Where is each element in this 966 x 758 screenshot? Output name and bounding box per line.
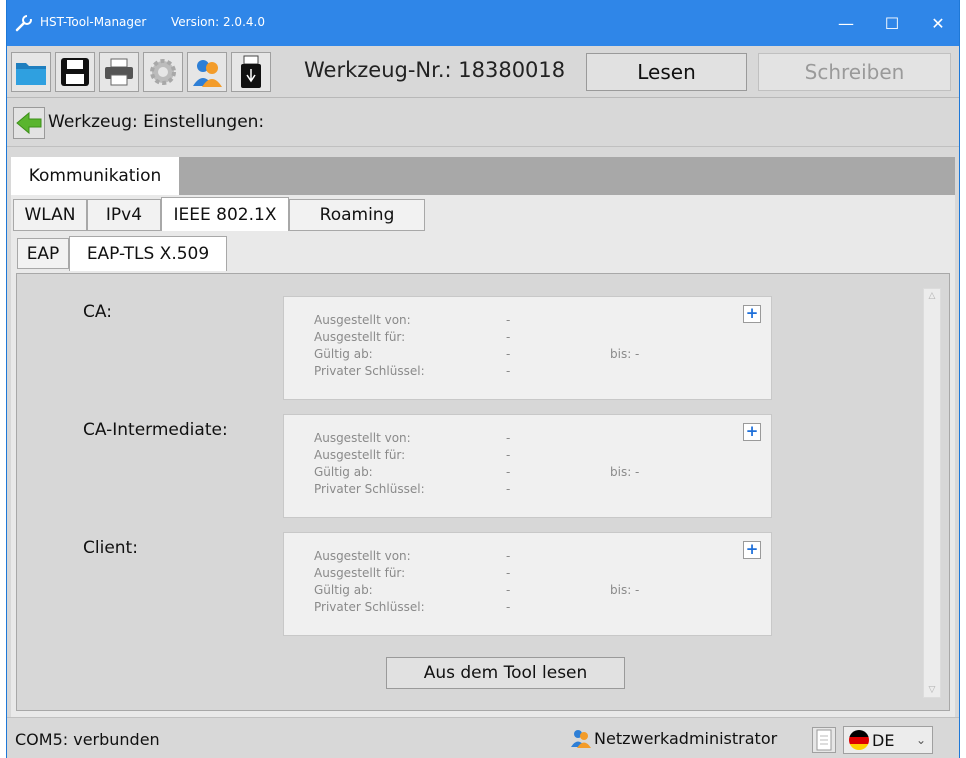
version-label: Version: 2.0.4.0 [171,15,265,29]
client-add-button[interactable]: + [743,541,761,559]
ca-intermediate-issued-by-label: Ausgestellt von: [314,431,411,445]
tab-ipv4[interactable]: IPv4 [87,199,161,231]
tab-roaming[interactable]: Roaming [289,199,425,231]
vertical-scrollbar[interactable]: △ ▽ [923,288,941,698]
ca-intermediate-private-key-value: - [506,482,511,496]
ca-intermediate-label: CA-Intermediate: [83,420,228,440]
gear-icon [150,59,176,85]
language-select[interactable]: DE ⌄ [843,726,933,754]
page-title: Werkzeug: Einstellungen: [48,112,265,132]
ca-intermediate-private-key-label: Privater Schlüssel: [314,482,425,496]
tab-ieee8021x[interactable]: IEEE 802.1X [161,197,289,231]
ca-intermediate-valid-until: bis: - [610,465,640,479]
ca-add-button[interactable]: + [743,305,761,323]
user-role: Netzwerkadministrator [570,728,777,748]
tab-wlan[interactable]: WLAN [13,199,87,231]
tab-kommunikation[interactable]: Kommunikation [11,157,179,195]
user-role-label: Netzwerkadministrator [594,728,778,748]
ca-valid-from-label: Gültig ab: [314,347,373,361]
tabbar-communication: WLAN IPv4 IEEE 802.1X Roaming [11,195,955,231]
wrench-icon [15,15,32,32]
ca-intermediate-certificate-box: Ausgestellt von: - Ausgestellt für: - Gü… [283,414,772,518]
notes-button[interactable] [812,727,836,753]
usb-icon [241,55,261,88]
certificate-panel: CA: Ausgestellt von: - Ausgestellt für: … [16,273,950,711]
arrow-left-icon [16,111,42,135]
ca-intermediate-valid-from-label: Gültig ab: [314,465,373,479]
ca-intermediate-add-button[interactable]: + [743,423,761,441]
chevron-down-icon: ⌄ [915,733,926,747]
read-button[interactable]: Lesen [586,53,747,91]
app-window: HST-Tool-Manager Version: 2.0.4.0 — ☐ ✕ [6,0,960,758]
title-bar[interactable]: HST-Tool-Manager Version: 2.0.4.0 — ☐ ✕ [7,0,959,46]
client-private-key-label: Privater Schlüssel: [314,600,425,614]
language-value: DE [872,730,895,750]
connection-status: COM5: verbunden [15,730,160,749]
client-issued-by-label: Ausgestellt von: [314,549,411,563]
ca-intermediate-issued-for-label: Ausgestellt für: [314,448,406,462]
client-issued-by-value: - [506,549,511,563]
settings-button[interactable] [143,52,183,92]
document-icon [816,729,832,751]
window-title: HST-Tool-Manager [40,15,147,29]
breadcrumb: Werkzeug: Einstellungen: [7,99,959,147]
usb-button[interactable] [231,52,271,92]
ca-issued-for-label: Ausgestellt für: [314,330,406,344]
user-icon [571,730,591,748]
ca-issued-by-label: Ausgestellt von: [314,313,411,327]
tab-eap[interactable]: EAP [17,238,69,269]
open-button[interactable] [11,52,51,92]
flag-de-icon [849,730,869,750]
write-button[interactable]: Schreiben [758,53,951,91]
print-icon [105,58,133,86]
ca-private-key-value: - [506,364,511,378]
ca-private-key-label: Privater Schlüssel: [314,364,425,378]
client-issued-for-value: - [506,566,511,580]
ca-intermediate-issued-by-value: - [506,431,511,445]
tab-eap-tls[interactable]: EAP-TLS X.509 [69,236,227,271]
read-from-tool-button[interactable]: Aus dem Tool lesen [386,657,625,689]
print-button[interactable] [99,52,139,92]
ca-intermediate-issued-for-value: - [506,448,511,462]
ca-valid-from-value: - [506,347,511,361]
folder-icon [16,63,46,85]
ca-valid-until: bis: - [610,347,640,361]
chevron-down-icon[interactable]: ▽ [924,685,940,695]
tabbar-main: Kommunikation [11,157,955,195]
client-valid-from-value: - [506,583,511,597]
client-label: Client: [83,538,138,558]
status-bar: COM5: verbunden Netzwerkadministrator DE… [7,717,959,758]
minimize-button[interactable]: — [823,0,869,46]
save-button[interactable] [55,52,95,92]
close-button[interactable]: ✕ [915,0,959,46]
client-valid-until: bis: - [610,583,640,597]
save-icon [61,58,89,86]
ca-issued-for-value: - [506,330,511,344]
toolbar: Werkzeug-Nr.: 18380018 Lesen Schreiben [7,46,959,98]
ca-intermediate-valid-from-value: - [506,465,511,479]
tool-number: Werkzeug-Nr.: 18380018 [304,58,566,82]
user-button[interactable] [187,52,227,92]
client-private-key-value: - [506,600,511,614]
client-certificate-box: Ausgestellt von: - Ausgestellt für: - Gü… [283,532,772,636]
client-valid-from-label: Gültig ab: [314,583,373,597]
ca-issued-by-value: - [506,313,511,327]
back-button[interactable] [13,107,45,139]
ca-certificate-box: Ausgestellt von: - Ausgestellt für: - Gü… [283,296,772,400]
chevron-up-icon[interactable]: △ [924,291,940,301]
user-icon [193,60,222,87]
maximize-button[interactable]: ☐ [869,0,915,46]
ca-label: CA: [83,302,112,322]
client-issued-for-label: Ausgestellt für: [314,566,406,580]
